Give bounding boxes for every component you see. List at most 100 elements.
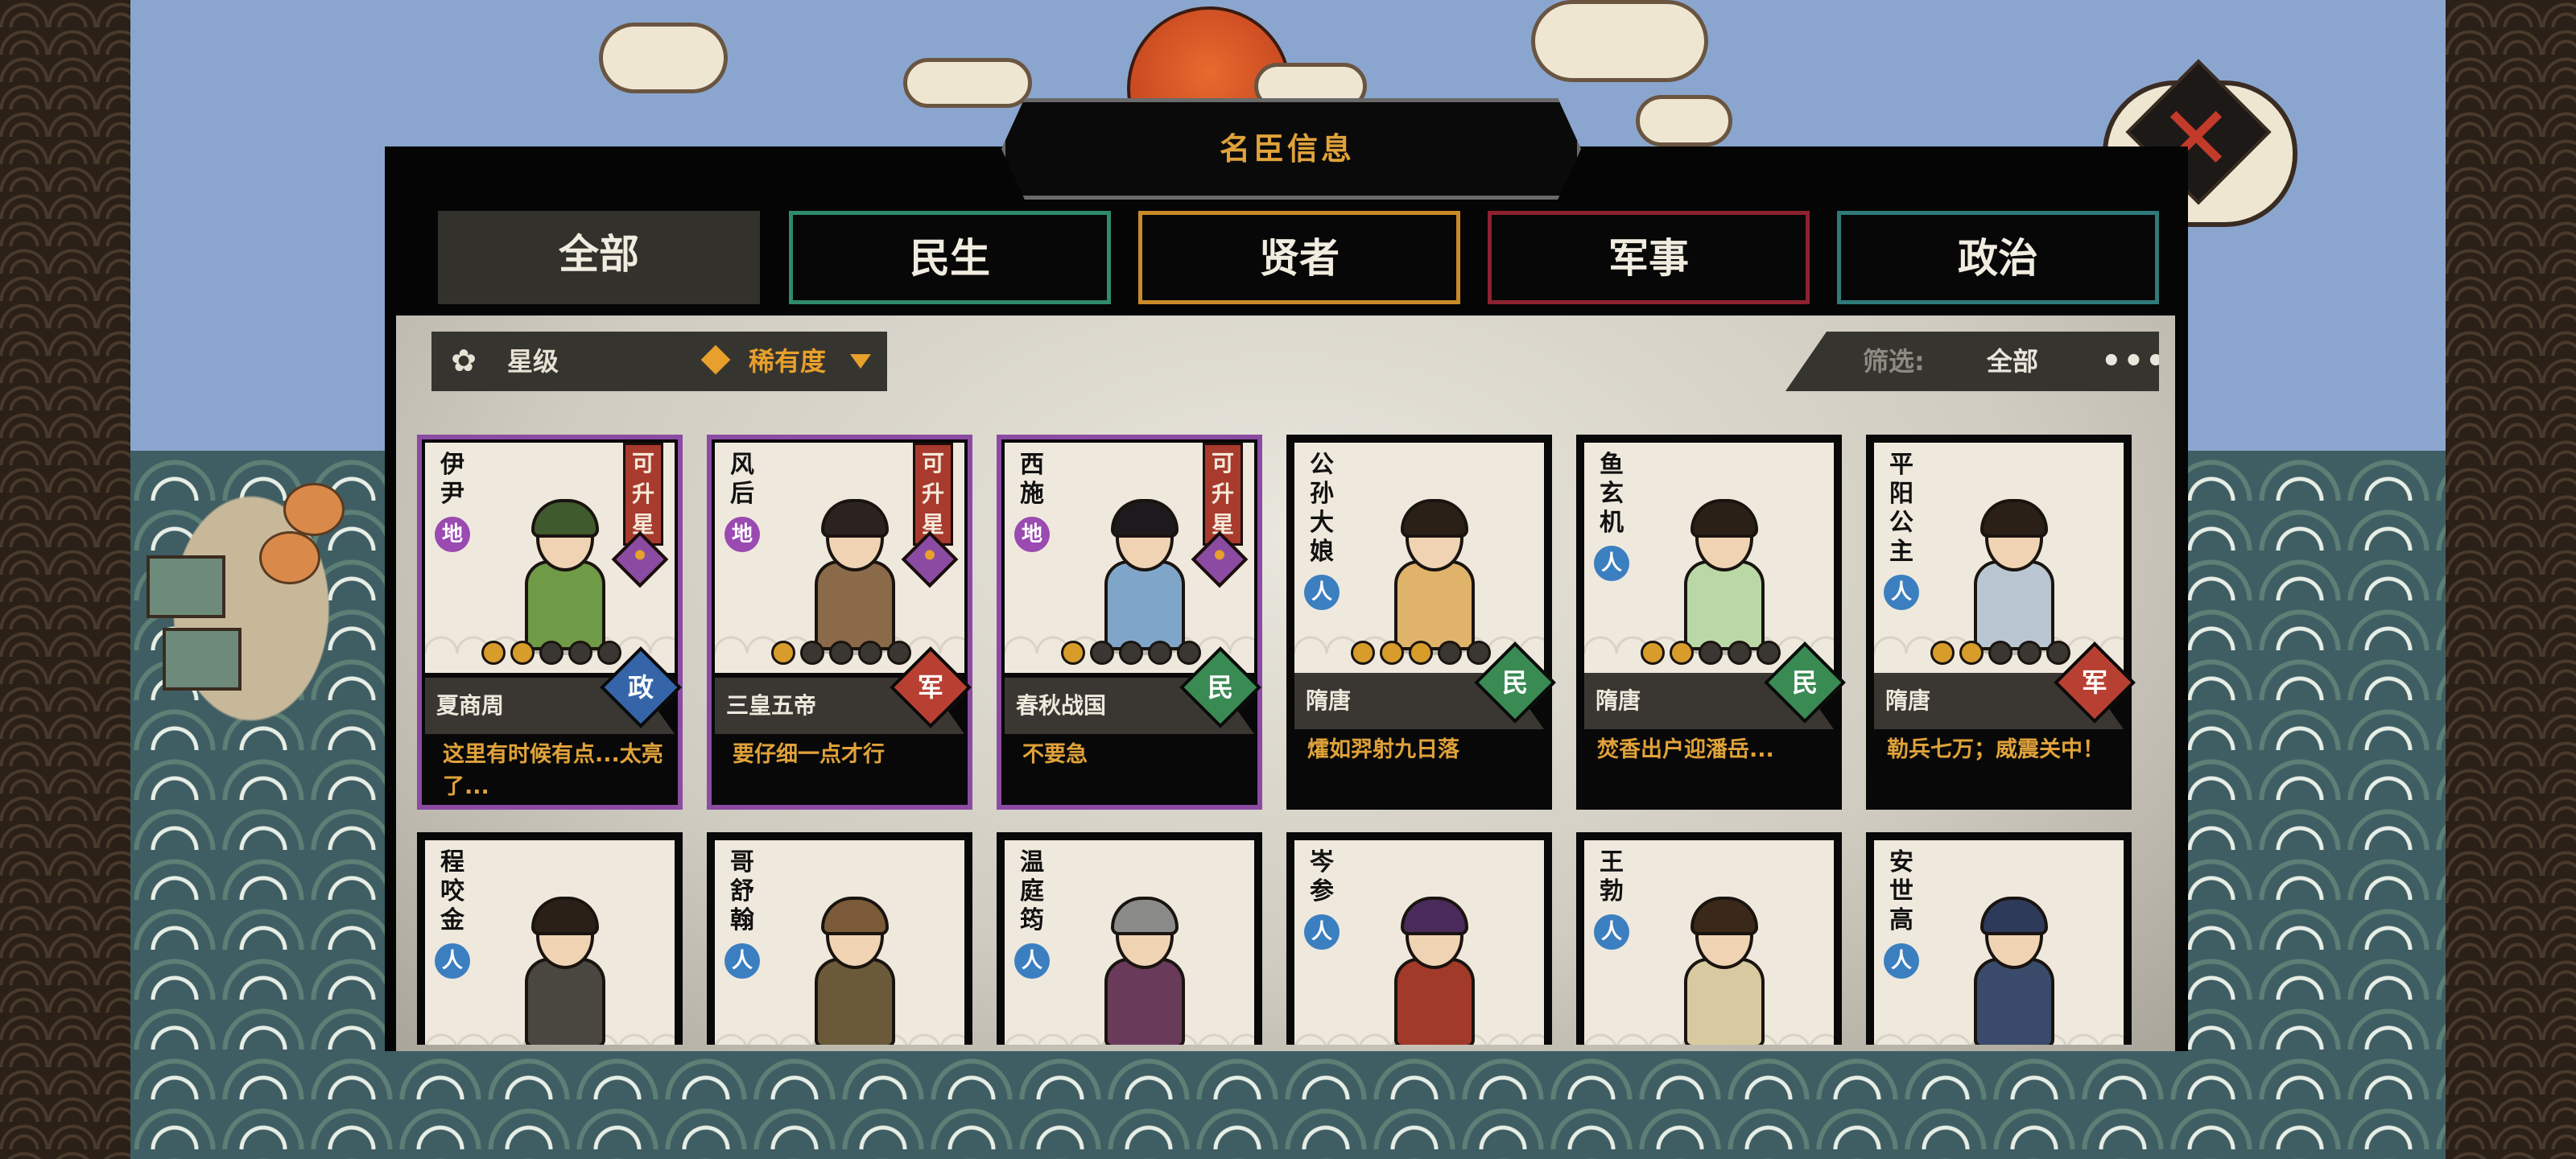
tab-all[interactable]: 全部 [438,211,760,304]
character-portrait-icon [1093,897,1190,1045]
figure-hair [821,897,889,935]
screen-filter-bar: 筛选: 全部 ••• [1785,332,2159,391]
minister-card-grid: 伊尹地 可升星夏商周 政这里有时候有点...太亮了... 风后地 可升星三皇五帝 军要仔细… [417,435,2164,1045]
star-filled-icon [510,641,535,665]
category-label: 军 [917,672,943,703]
minister-name: 岑参 [1310,848,1334,905]
category-label: 民 [1501,667,1528,698]
minister-card[interactable]: 平阳公主人隋唐 军勒兵七万；威震关中！ [1866,435,2136,810]
era-label: 隋唐 [1306,687,1352,714]
figure-body [1974,560,2054,650]
chevron-down-icon [850,354,871,369]
figure-body [1684,560,1765,650]
figure-hair [1690,499,1758,538]
screen-filter-label: 筛选: [1863,346,1925,377]
minister-card[interactable]: 哥舒翰人 [707,832,972,1045]
minister-name: 哥舒翰 [730,848,754,934]
minister-name: 程咬金 [440,848,464,934]
more-options-icon[interactable]: ••• [2101,332,2159,391]
star-empty-icon [1090,641,1114,665]
star-empty-icon [1119,641,1143,665]
star-sort-button[interactable]: ✿ 星级 [431,332,689,391]
minister-card[interactable]: 风后地 可升星三皇五帝 军要仔细一点才行 [707,435,972,810]
figure-hair [1980,897,2048,935]
cloud-decoration [1531,0,1708,82]
star-filled-icon [1061,641,1085,665]
rarity-badge: 人 [435,943,470,979]
rarity-badge: 人 [1884,943,1919,979]
star-rating [771,641,916,665]
minister-name: 平阳公主 [1889,451,1913,566]
star-filled-icon [1959,641,1984,665]
card-portrait: 伊尹地 可升星 [425,443,675,673]
character-portrait-icon [803,499,900,655]
upgrade-star-banner: 可升星 [913,443,953,546]
figure-hair [531,897,599,935]
window-title: 名臣信息 [1219,131,1355,167]
rarity-badge: 地 [724,517,760,552]
figure-hair [531,499,599,538]
rarity-badge: 人 [1304,914,1340,950]
minister-name: 公孙大娘 [1310,451,1334,566]
minister-card[interactable]: 安世高人 [1866,832,2132,1045]
tab-politics[interactable]: 政治 [1837,211,2159,304]
upgrade-star-banner: 可升星 [1203,443,1243,546]
star-empty-icon [1148,641,1172,665]
character-portrait-icon [1383,499,1480,655]
era-label: 隋唐 [1596,687,1641,714]
minister-quote: 焚香出户迎潘岳... [1597,737,1774,762]
category-label: 政 [627,672,654,703]
star-rating [481,641,626,665]
minister-quote: 这里有时候有点...太亮了... [443,742,663,799]
minister-card[interactable]: 程咬金人 [417,832,683,1045]
character-portrait-icon [514,897,610,1045]
tab-sage[interactable]: 贤者 [1138,211,1460,304]
star-empty-icon [800,641,824,665]
rarity-sort-button[interactable]: 稀有度 [654,332,887,391]
minister-name: 伊尹 [440,451,464,508]
character-portrait-icon [803,897,900,1045]
star-sort-label: 星级 [507,346,559,377]
figure-body [1104,958,1185,1045]
figure-hair [1401,897,1468,935]
era-label: 三皇五帝 [726,692,817,719]
minister-card[interactable]: 西施地 可升星春秋战国 民不要急 [997,435,1262,810]
card-portrait: 程咬金人 [425,840,675,1045]
category-label: 民 [1791,667,1818,698]
character-portrait-icon [1383,897,1480,1045]
minister-name: 温庭筠 [1020,848,1044,934]
minister-quote: 要仔细一点才行 [733,742,885,767]
minister-name: 风后 [730,451,754,508]
minister-quote: 不要急 [1022,742,1088,767]
rarity-badge: 人 [1594,914,1629,950]
character-portrait-icon [1963,897,2059,1045]
minister-card[interactable]: 温庭筠人 [997,832,1262,1045]
card-portrait: 岑参人 [1294,840,1544,1045]
rarity-badge: 人 [1884,575,1919,610]
card-portrait: 安世高人 [1874,840,2124,1045]
minister-card[interactable]: 公孙大娘人隋唐 民㸌如羿射九日落 [1286,435,1556,810]
star-filled-icon [1670,641,1694,665]
card-portrait: 风后地 可升星 [715,443,964,673]
minister-card[interactable]: 鱼玄机人隋唐 民焚香出户迎潘岳... [1576,435,1846,810]
star-rating [1351,641,1496,665]
tab-military[interactable]: 军事 [1488,211,1810,304]
minister-card[interactable]: 伊尹地 可升星夏商周 政这里有时候有点...太亮了... [417,435,683,810]
figure-hair [1690,897,1758,935]
minister-card[interactable]: 岑参人 [1286,832,1552,1045]
star-empty-icon [1438,641,1462,665]
figure-body [1104,560,1185,650]
star-empty-icon [1467,641,1491,665]
star-filled-icon [1351,641,1375,665]
star-filled-icon [481,641,506,665]
star-empty-icon [1988,641,2013,665]
screen-filter-value[interactable]: 全部 [1987,332,2038,391]
flower-icon: ✿ [451,343,477,378]
card-portrait: 西施地 可升星 [1005,443,1254,673]
character-portrait-icon [1673,897,1769,1045]
character-portrait-icon [1673,499,1769,655]
star-empty-icon [858,641,882,665]
tab-livelihood[interactable]: 民生 [789,211,1111,304]
star-empty-icon [829,641,853,665]
minister-card[interactable]: 王勃人 [1576,832,1842,1045]
